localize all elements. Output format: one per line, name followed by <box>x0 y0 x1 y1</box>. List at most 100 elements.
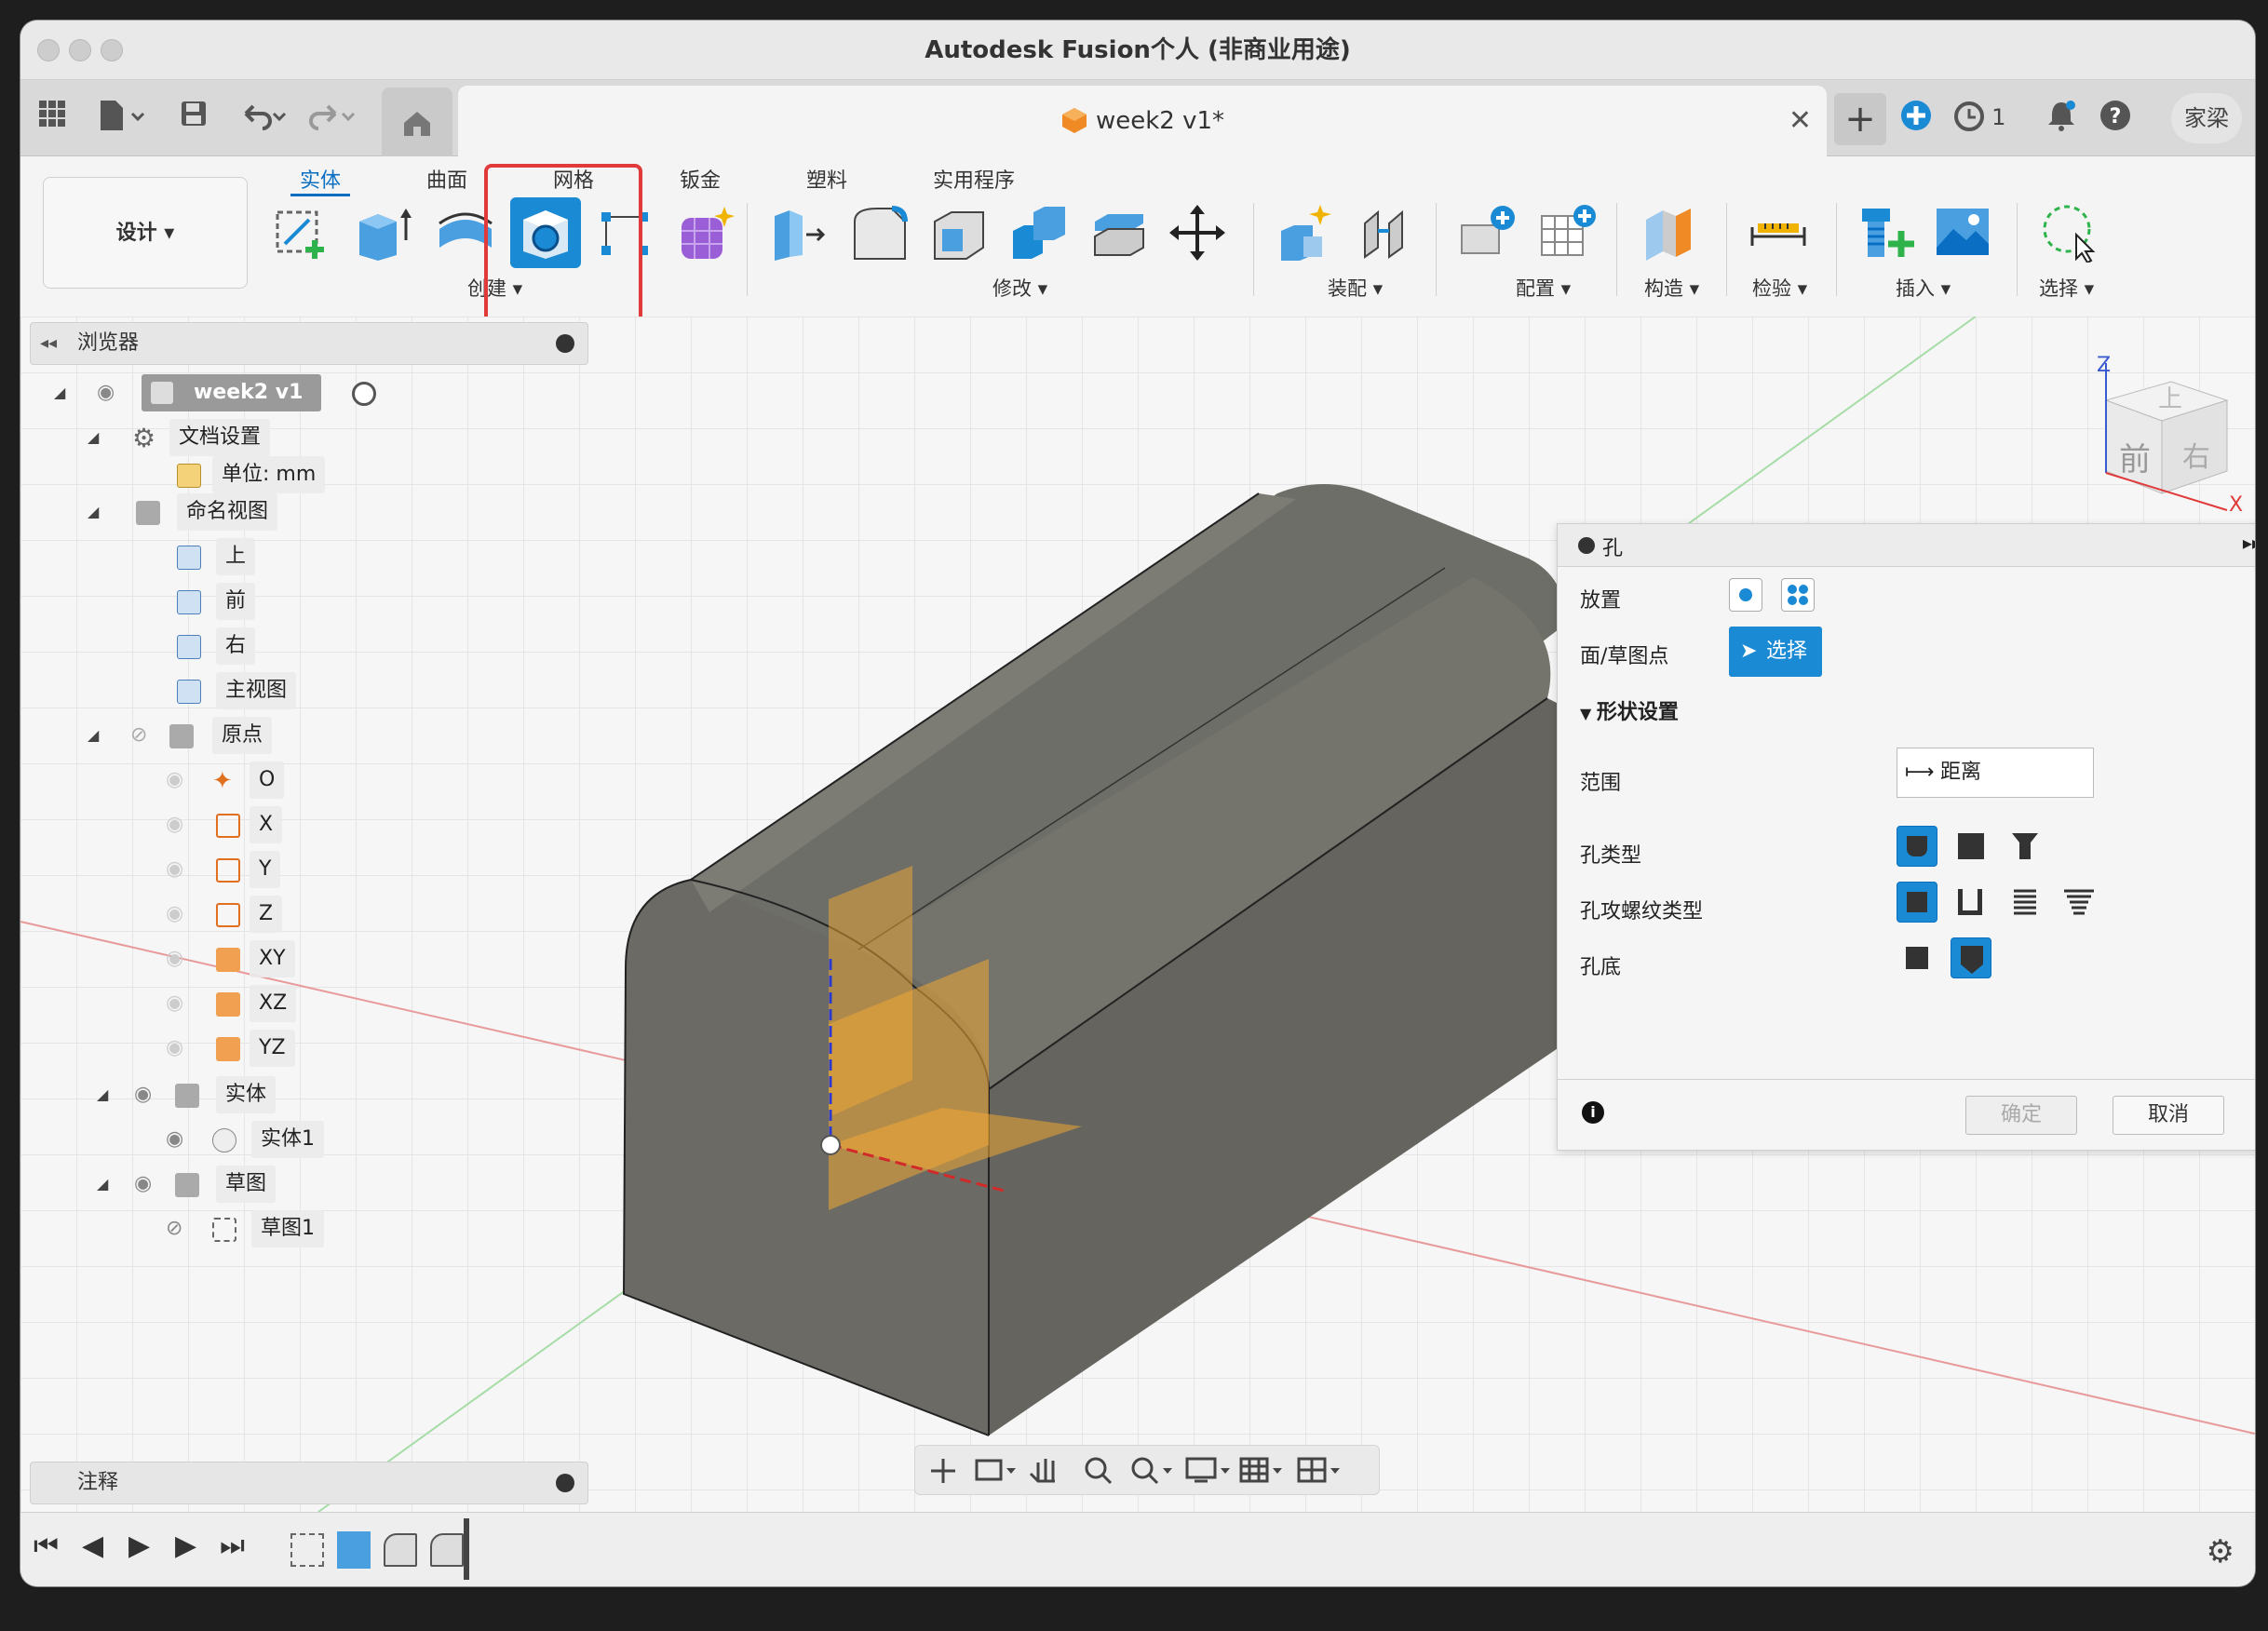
tree-node-origin-y[interactable]: Y <box>250 851 281 888</box>
extensions-icon[interactable] <box>1896 99 1937 136</box>
tree-node-sketch1[interactable]: 草图1 <box>251 1210 324 1247</box>
tree-node-body1[interactable]: 实体1 <box>251 1121 324 1158</box>
multiple-holes-button[interactable] <box>1781 578 1815 612</box>
flat-bottom-button[interactable] <box>1897 937 1937 978</box>
insert-mcmaster-icon[interactable] <box>1856 203 1916 263</box>
visibility-eye-icon[interactable]: ◉ <box>134 1076 152 1113</box>
timeline-settings-gear-icon[interactable]: ⚙ <box>2207 1533 2234 1570</box>
go-to-start-icon[interactable]: ⏮ <box>34 1530 59 1562</box>
new-component-icon[interactable] <box>1276 203 1335 263</box>
tab-utilities[interactable]: 实用程序 <box>933 164 1015 194</box>
assemble-group-label[interactable]: 装配 ▾ <box>1328 274 1383 302</box>
grid-settings-icon[interactable] <box>1237 1446 1286 1496</box>
tab-solid[interactable]: 实体 <box>300 164 341 194</box>
viewcube-top-face[interactable]: 上 <box>2158 380 2182 414</box>
viewcube-right-face[interactable]: 右 <box>2182 434 2210 475</box>
viewcube-front-face[interactable]: 前 <box>2119 434 2151 479</box>
expand-toggle-icon[interactable]: ◢ <box>54 374 65 411</box>
help-icon[interactable]: ? <box>2095 99 2136 136</box>
counterbore-hole-button[interactable] <box>1951 826 1991 867</box>
tree-node-named-views[interactable]: 命名视图 <box>177 493 278 531</box>
pan-hand-icon[interactable] <box>1025 1446 1062 1496</box>
measure-icon[interactable] <box>1748 203 1808 263</box>
create-form-icon[interactable] <box>676 203 736 263</box>
create-sketch-icon[interactable] <box>272 203 331 263</box>
activate-radio-icon[interactable] <box>352 382 376 406</box>
select-face-button[interactable]: ➤ 选择 <box>1729 627 1822 677</box>
visibility-eye-icon[interactable]: ◉ <box>166 762 183 799</box>
angled-bottom-button[interactable] <box>1951 937 1991 978</box>
home-tab-icon[interactable] <box>382 88 452 156</box>
cancel-button[interactable]: 取消 <box>2113 1096 2224 1135</box>
insert-group-label[interactable]: 插入 ▾ <box>1896 274 1951 302</box>
dialog-collapse-icon[interactable] <box>1578 537 1595 554</box>
tree-node-view-top[interactable]: 上 <box>216 538 256 575</box>
configure-group-label[interactable]: 配置 ▾ <box>1516 274 1571 302</box>
visibility-eye-icon[interactable]: ◉ <box>166 1121 183 1158</box>
tree-node-origin-yz[interactable]: YZ <box>250 1030 295 1067</box>
hole-dialog-header[interactable]: 孔 ▸▸ <box>1558 524 2255 567</box>
zoom-icon[interactable] <box>1079 1446 1116 1496</box>
go-to-end-icon[interactable]: ⏭ <box>220 1530 245 1562</box>
tree-node-origin[interactable]: 原点 <box>212 717 273 754</box>
redo-icon[interactable] <box>305 99 361 136</box>
visibility-eye-icon[interactable]: ◉ <box>166 851 183 888</box>
tree-node-origin-xz[interactable]: XZ <box>250 985 297 1022</box>
display-settings-icon[interactable] <box>1183 1446 1234 1496</box>
play-icon[interactable]: ▶ <box>128 1530 150 1562</box>
tree-node-doc-settings[interactable]: 文档设置 <box>169 419 271 456</box>
timeline-fillet-icon[interactable] <box>384 1533 417 1567</box>
single-hole-button[interactable] <box>1729 578 1762 612</box>
tab-sheet-metal[interactable]: 钣金 <box>680 164 721 194</box>
fit-zoom-icon[interactable] <box>1126 1446 1178 1496</box>
configuration-table-icon[interactable] <box>1538 203 1598 263</box>
step-forward-icon[interactable]: ▶ <box>175 1530 196 1562</box>
tab-surface[interactable]: 曲面 <box>426 164 467 194</box>
expand-toggle-icon[interactable]: ◢ <box>88 493 99 531</box>
expand-toggle-icon[interactable]: ◢ <box>97 1166 108 1203</box>
step-back-icon[interactable]: ◀ <box>82 1530 103 1562</box>
tree-node-view-right[interactable]: 右 <box>216 627 256 665</box>
shell-icon[interactable] <box>929 203 989 263</box>
visibility-eye-icon[interactable]: ◉ <box>166 985 183 1022</box>
tab-plastic[interactable]: 塑料 <box>806 164 847 194</box>
joint-icon[interactable] <box>1357 203 1417 263</box>
add-comment-icon[interactable] <box>556 1474 574 1492</box>
hidden-eye-icon[interactable]: ⊘ <box>130 717 147 754</box>
tapped-button[interactable] <box>2005 882 2045 923</box>
tree-node-view-home[interactable]: 主视图 <box>216 672 297 709</box>
visibility-eye-icon[interactable]: ◉ <box>166 940 183 977</box>
simple-tap-button[interactable] <box>1897 882 1937 923</box>
user-account-button[interactable]: 家梁 <box>2171 93 2242 143</box>
visibility-eye-icon[interactable]: ◉ <box>134 1166 152 1203</box>
shape-settings-header[interactable]: ▼ 形状设置 <box>1580 695 1679 725</box>
press-pull-icon[interactable] <box>769 203 829 263</box>
visibility-eye-icon[interactable]: ◉ <box>166 1030 183 1067</box>
browser-header[interactable]: ◂◂ 浏览器 <box>30 322 588 365</box>
file-menu-icon[interactable] <box>95 99 151 136</box>
countersink-hole-button[interactable] <box>2005 826 2045 867</box>
collapse-panel-icon[interactable]: ◂◂ <box>40 323 57 364</box>
notifications-bell-icon[interactable] <box>2041 99 2082 136</box>
inspect-group-label[interactable]: 检验 ▾ <box>1752 274 1807 302</box>
tree-node-origin-z[interactable]: Z <box>250 896 283 933</box>
info-icon[interactable]: i <box>1582 1101 1604 1124</box>
modify-group-label[interactable]: 修改 ▾ <box>992 274 1047 302</box>
timeline-marker[interactable] <box>464 1518 469 1580</box>
extrude-icon[interactable] <box>354 203 413 263</box>
configure-model-icon[interactable] <box>1458 203 1518 263</box>
expand-dialog-icon[interactable]: ▸▸ <box>2243 532 2255 554</box>
job-status-indicator[interactable]: 1 <box>1942 99 2017 136</box>
panel-pin-icon[interactable] <box>556 334 574 353</box>
timeline-sketch-icon[interactable] <box>290 1533 324 1567</box>
timeline-extrude-icon[interactable] <box>337 1531 371 1569</box>
select-group-label[interactable]: 选择 ▾ <box>2039 274 2094 302</box>
hidden-eye-icon[interactable]: ⊘ <box>166 1210 182 1247</box>
tab-document[interactable]: week2 v1* ✕ <box>458 86 1827 156</box>
fillet-icon[interactable] <box>849 203 909 263</box>
taper-tapped-button[interactable] <box>2059 882 2099 923</box>
tree-node-sketches[interactable]: 草图 <box>216 1166 277 1203</box>
tree-node-units[interactable]: 单位: mm <box>212 456 326 493</box>
view-cube[interactable]: Z X 前 右 上 <box>2078 354 2246 521</box>
canvas-viewport[interactable]: Z X 前 右 上 ◂◂ 浏览器 ◢ ◉ week2 v1 ◢ ⚙ 文档设置 单… <box>20 317 2255 1512</box>
